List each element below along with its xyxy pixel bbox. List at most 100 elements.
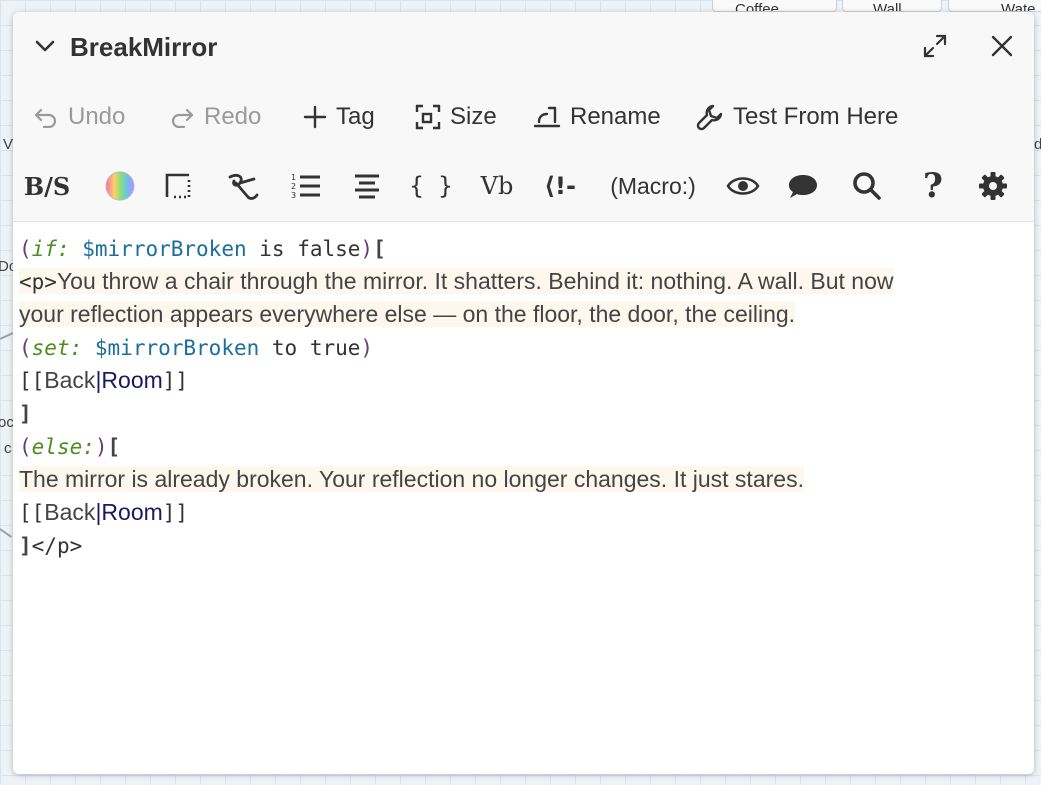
harlowe-format-toolbar: B/S 123 {} Vb ⟨!- (Macro:) ? (13, 160, 1034, 214)
hook-close: ] (19, 402, 32, 426)
bg-passage-card[interactable]: Wall (842, 0, 942, 12)
macro-button[interactable]: (Macro:) (603, 166, 703, 206)
code-line: (if: $mirrorBroken is false)[ (19, 232, 1019, 265)
gear-icon (979, 172, 1007, 200)
code-line: [[Back|Room]] (19, 364, 1019, 397)
code-line: ]</p> (19, 529, 1019, 562)
maximize-icon[interactable] (921, 32, 949, 60)
svg-text:3: 3 (291, 191, 296, 200)
bg-link-arrow (0, 528, 12, 538)
speech-bubble-icon (789, 175, 817, 198)
macro-name: if: (31, 237, 70, 261)
border-icon (165, 173, 191, 199)
redo-button[interactable]: Redo (169, 100, 261, 134)
color-wheel-icon (105, 171, 135, 201)
list-button[interactable]: 123 (288, 166, 324, 206)
list-icon: 123 (291, 173, 320, 200)
size-button[interactable]: Size (415, 100, 497, 134)
variable: $mirrorBroken (94, 336, 260, 360)
passage-toolbar: Undo Redo Tag Size Rename Test From Here (13, 92, 1034, 142)
rename-icon (533, 106, 561, 128)
html-tag: <p> (19, 270, 57, 294)
transition-icon (228, 174, 259, 200)
plus-icon (303, 105, 327, 129)
bg-card-label: Wall (873, 1, 902, 12)
bg-link-arrow (0, 332, 14, 340)
bg-fragment: V (3, 136, 14, 153)
code-braces-button[interactable]: { } (409, 166, 453, 206)
link-label: Back (44, 367, 96, 393)
passage-text-editor[interactable]: (if: $mirrorBroken is false)[ <p>You thr… (19, 232, 1019, 562)
link-close: ]] (162, 369, 189, 393)
macro-open-paren: ( (19, 237, 32, 261)
bg-passage-card[interactable]: Coffee (712, 0, 837, 12)
chevron-down-icon[interactable] (33, 34, 57, 58)
comment-button[interactable]: ⟨!- (539, 166, 581, 206)
macro-name: set: (31, 336, 83, 360)
variable: $mirrorBroken (82, 237, 247, 261)
tooltip-comment-button[interactable] (785, 166, 821, 206)
preview-button[interactable] (725, 166, 761, 206)
rename-button[interactable]: Rename (533, 100, 661, 134)
eye-icon (726, 177, 760, 195)
link-close: ]] (162, 501, 189, 525)
code-line: <p>You throw a chair through the mirror.… (19, 265, 1019, 298)
bg-fragment: d (1034, 136, 1041, 153)
prose-text: You throw a chair through the mirror. It… (56, 268, 894, 294)
bg-fragment: c (4, 440, 12, 457)
undo-button[interactable]: Undo (33, 100, 125, 134)
redo-label: Redo (204, 103, 262, 130)
verbatim-button[interactable]: Vb (477, 166, 517, 206)
undo-label: Undo (68, 103, 126, 130)
align-center-icon (355, 174, 379, 199)
test-from-here-label: Test From Here (733, 103, 899, 130)
border-button[interactable] (161, 166, 195, 206)
wrench-icon (696, 104, 723, 131)
comment-icon: ⟨!- (544, 172, 576, 200)
svg-text:1: 1 (291, 173, 296, 182)
verbatim-icon: Vb (480, 172, 514, 200)
macro-name: else: (31, 435, 95, 459)
macro-close-paren: ) (360, 336, 374, 360)
html-tag: </p> (31, 534, 83, 558)
code-line: (else:)[ (19, 430, 1019, 463)
add-tag-button[interactable]: Tag (303, 100, 375, 134)
size-label: Size (450, 103, 497, 130)
code-line: your reflection appears everywhere else … (19, 298, 1019, 331)
align-button[interactable] (349, 166, 385, 206)
macro-close-paren: ) (360, 237, 374, 261)
link-target: Room (101, 367, 163, 393)
bg-passage-card[interactable]: Wate (948, 0, 1041, 12)
code-line: [[Back|Room]] (19, 496, 1019, 529)
help-button[interactable]: ? (915, 166, 951, 206)
hook-open: [ (107, 435, 121, 459)
test-from-here-button[interactable]: Test From Here (696, 100, 898, 134)
link-open: [[ (19, 369, 45, 393)
link-label: Back (44, 499, 96, 525)
bold-strike-button[interactable]: B/S (24, 166, 70, 206)
redo-icon (171, 108, 194, 128)
tag-label: Tag (336, 103, 375, 130)
macro-args: to true (259, 336, 361, 360)
find-button[interactable] (849, 166, 885, 206)
svg-text:2: 2 (291, 182, 296, 191)
dialog-titlebar: BreakMirror (13, 12, 1034, 82)
settings-button[interactable] (975, 166, 1011, 206)
help-icon: ? (923, 166, 943, 206)
hook-open: [ (373, 237, 386, 261)
transition-button[interactable] (223, 166, 263, 206)
braces-icon: { } (409, 172, 453, 200)
hook-close: ] (19, 534, 32, 558)
prose-text: The mirror is already broken. Your refle… (19, 466, 804, 492)
link-target: Room (101, 499, 163, 525)
color-button[interactable] (103, 166, 137, 206)
prose-text: your reflection appears everywhere else … (19, 301, 796, 327)
macro-close-paren: ) (94, 435, 108, 459)
bg-fragment: oc (0, 414, 14, 431)
close-icon[interactable] (988, 32, 1016, 60)
link-open: [[ (19, 501, 45, 525)
code-line: (set: $mirrorBroken to true) (19, 331, 1019, 364)
bg-card-label: Coffee (735, 1, 779, 12)
undo-icon (34, 108, 57, 128)
rename-label: Rename (570, 103, 661, 130)
